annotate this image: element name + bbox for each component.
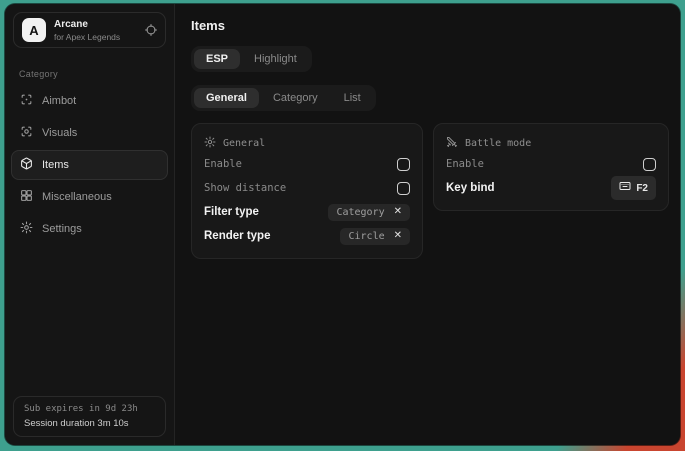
sidebar: A Arcane for Apex Legends Category Aimbo… bbox=[5, 4, 175, 445]
setting-label: Show distance bbox=[204, 182, 286, 194]
mode-tabs: ESP Highlight bbox=[191, 46, 312, 72]
setting-label: Enable bbox=[204, 158, 242, 170]
app-window: A Arcane for Apex Legends Category Aimbo… bbox=[5, 4, 680, 445]
setting-label: Enable bbox=[446, 158, 484, 170]
keyboard-icon bbox=[619, 179, 631, 197]
general-panel-header: General bbox=[204, 133, 410, 152]
grid-icon bbox=[20, 189, 33, 205]
setting-row-filter-type: Filter type Category ✕ bbox=[204, 200, 410, 224]
tab-highlight[interactable]: Highlight bbox=[242, 49, 309, 69]
panel-title: General bbox=[223, 138, 265, 149]
render-type-select[interactable]: Circle ✕ bbox=[340, 228, 410, 245]
session-duration-text: Session duration 3m 10s bbox=[24, 418, 155, 429]
tab-list[interactable]: List bbox=[332, 88, 373, 108]
scan-eye-icon bbox=[20, 125, 33, 141]
brand-logo: A bbox=[22, 18, 46, 42]
panel-title: Battle mode bbox=[465, 138, 531, 149]
key-bind-button[interactable]: F2 bbox=[611, 176, 656, 200]
sidebar-item-label: Aimbot bbox=[42, 95, 76, 107]
battle-enable-checkbox[interactable] bbox=[643, 158, 656, 171]
sidebar-item-label: Miscellaneous bbox=[42, 191, 112, 203]
show-distance-checkbox[interactable] bbox=[397, 182, 410, 195]
sidebar-item-label: Settings bbox=[42, 223, 82, 235]
sidebar-section-label: Category bbox=[19, 69, 160, 79]
sidebar-item-label: Visuals bbox=[42, 127, 77, 139]
setting-row-show-distance: Show distance bbox=[204, 176, 410, 200]
crosshair-icon[interactable] bbox=[145, 24, 157, 36]
close-icon[interactable]: ✕ bbox=[394, 231, 402, 241]
battle-mode-panel: Battle mode Enable Key bind F2 bbox=[433, 123, 669, 211]
setting-row-enable: Enable bbox=[446, 152, 656, 176]
sub-expiry-text: Sub expires in 9d 23h bbox=[24, 404, 155, 414]
tab-esp[interactable]: ESP bbox=[194, 49, 240, 69]
setting-label: Render type bbox=[204, 230, 270, 242]
sidebar-item-settings[interactable]: Settings bbox=[11, 214, 168, 244]
page-title: Items bbox=[191, 18, 669, 33]
sidebar-item-miscellaneous[interactable]: Miscellaneous bbox=[11, 182, 168, 212]
subscription-info-card: Sub expires in 9d 23h Session duration 3… bbox=[13, 396, 166, 437]
enable-checkbox[interactable] bbox=[397, 158, 410, 171]
tab-category[interactable]: Category bbox=[261, 88, 330, 108]
key-bind-value: F2 bbox=[636, 183, 648, 194]
view-tabs: General Category List bbox=[191, 85, 376, 111]
brand-name: Arcane bbox=[54, 19, 120, 30]
main-content: Items ESP Highlight General Category Lis… bbox=[175, 4, 680, 445]
gear-icon bbox=[20, 221, 33, 237]
package-icon bbox=[20, 157, 33, 173]
general-panel: General Enable Show distance Filter type… bbox=[191, 123, 423, 259]
setting-row-enable: Enable bbox=[204, 152, 410, 176]
sidebar-item-items[interactable]: Items bbox=[11, 150, 168, 180]
aimbot-crosshair-icon bbox=[20, 93, 33, 109]
select-value: Circle bbox=[348, 231, 384, 242]
tab-general[interactable]: General bbox=[194, 88, 259, 108]
sidebar-item-visuals[interactable]: Visuals bbox=[11, 118, 168, 148]
sidebar-item-label: Items bbox=[42, 159, 69, 171]
setting-label: Filter type bbox=[204, 206, 259, 218]
setting-row-key-bind: Key bind F2 bbox=[446, 176, 656, 200]
setting-row-render-type: Render type Circle ✕ bbox=[204, 224, 410, 248]
brand-subtitle: for Apex Legends bbox=[54, 32, 120, 42]
brand-card: A Arcane for Apex Legends bbox=[13, 12, 166, 48]
battle-panel-header: Battle mode bbox=[446, 133, 656, 152]
swords-icon bbox=[446, 136, 458, 151]
filter-type-select[interactable]: Category ✕ bbox=[328, 204, 410, 221]
sidebar-item-aimbot[interactable]: Aimbot bbox=[11, 86, 168, 116]
close-icon[interactable]: ✕ bbox=[394, 207, 402, 217]
select-value: Category bbox=[336, 207, 384, 218]
sidebar-nav: Aimbot Visuals Items bbox=[5, 86, 174, 244]
setting-label: Key bind bbox=[446, 182, 495, 194]
sun-gear-icon bbox=[204, 136, 216, 151]
